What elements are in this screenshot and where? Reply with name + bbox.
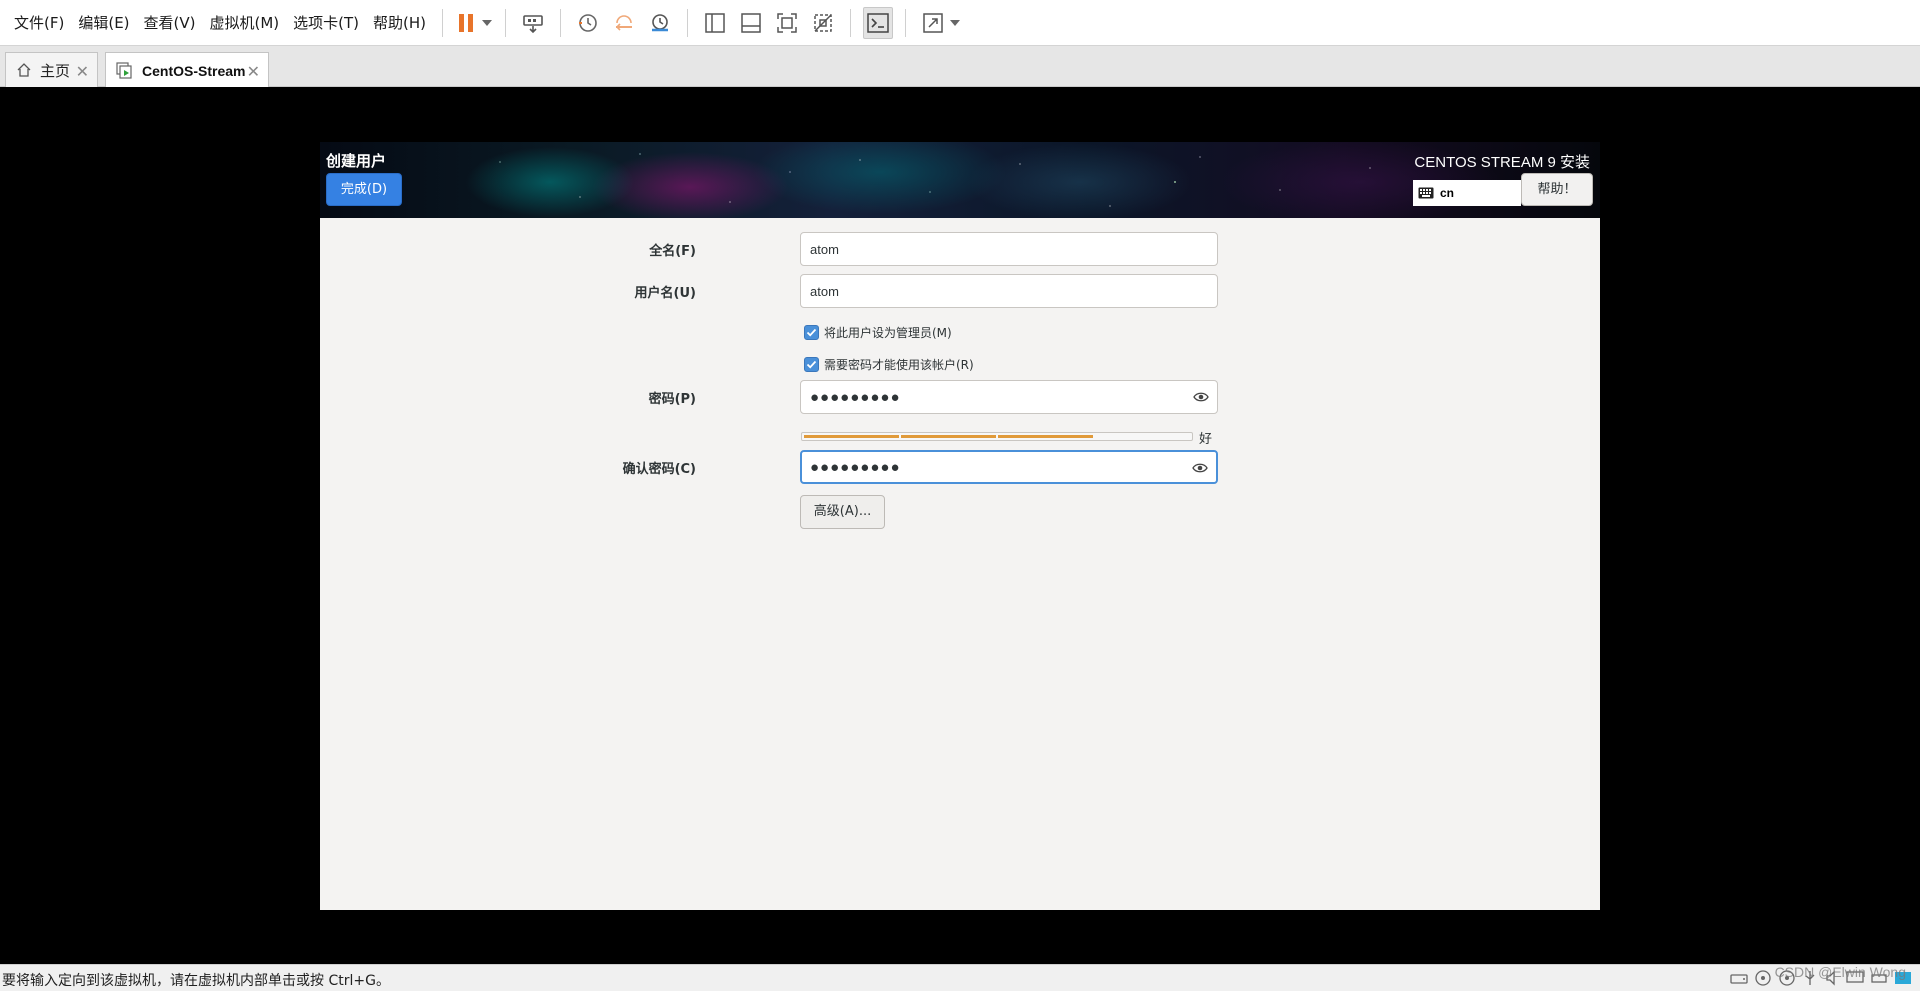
console-view-button[interactable] bbox=[863, 6, 894, 39]
require-password-checkbox[interactable] bbox=[804, 357, 819, 372]
tab-bar: 主页 ✕ CentOS-Stream ✕ bbox=[0, 46, 1920, 88]
help-button[interactable]: 帮助！ bbox=[1521, 173, 1593, 206]
toolbar-divider bbox=[505, 8, 507, 37]
checkmark-icon bbox=[806, 360, 817, 369]
status-bar: 要将输入定向到该虚拟机，请在虚拟机内部单击或按 Ctrl+G。 bbox=[0, 964, 1920, 991]
cd-dvd-icon[interactable] bbox=[1754, 969, 1772, 987]
password-label: 密码(P) bbox=[648, 392, 696, 407]
username-label: 用户名(U) bbox=[634, 286, 696, 301]
manage-snapshots-icon bbox=[652, 13, 669, 31]
reveal-password-eye-icon[interactable] bbox=[1192, 461, 1208, 475]
strength-segment bbox=[804, 435, 899, 438]
vm-console[interactable]: 创建用户 完成(D) CENTOS STREAM 9 安装 cn 帮助！ 全名(… bbox=[0, 87, 1920, 964]
console-view-icon bbox=[867, 12, 889, 33]
vm-icon bbox=[116, 61, 132, 79]
admin-checkbox[interactable] bbox=[804, 325, 819, 340]
strength-segment bbox=[998, 435, 1093, 438]
require-password-checkbox-row[interactable]: 需要密码才能使用该帐户(R) bbox=[804, 356, 974, 373]
revert-snapshot-icon bbox=[615, 14, 633, 31]
full-screen-icon bbox=[777, 12, 797, 33]
confirm-password-value: ●●●●●●●●● bbox=[810, 458, 901, 476]
header-background bbox=[320, 142, 1600, 218]
toolbar-divider bbox=[687, 8, 689, 37]
password-strength-text: 好 bbox=[1199, 432, 1213, 447]
admin-checkbox-row[interactable]: 将此用户设为管理员(M) bbox=[804, 324, 952, 341]
menu-vm[interactable]: 虚拟机(M) bbox=[203, 8, 287, 38]
stretch-guest-button[interactable] bbox=[918, 7, 948, 39]
tab-label: 主页 bbox=[40, 61, 71, 80]
create-user-form: 全名(F) atom 用户名(U) atom 将此用户设为管理员(M) 需要密码… bbox=[320, 218, 1600, 910]
strength-segment bbox=[901, 435, 996, 438]
snapshot-button[interactable] bbox=[573, 7, 603, 39]
installer-header: 创建用户 完成(D) CENTOS STREAM 9 安装 cn 帮助！ bbox=[320, 142, 1600, 218]
show-thumbnail-icon bbox=[741, 12, 761, 33]
advanced-button[interactable]: 高级(A)... bbox=[800, 495, 885, 529]
stretch-guest-icon bbox=[923, 12, 943, 33]
fullname-field[interactable]: atom bbox=[800, 232, 1218, 266]
pause-button[interactable] bbox=[455, 7, 477, 39]
status-hint: 要将输入定向到该虚拟机，请在虚拟机内部单击或按 Ctrl+G。 bbox=[2, 973, 390, 989]
username-value: atom bbox=[810, 283, 839, 299]
home-icon bbox=[17, 63, 31, 77]
menu-help[interactable]: 帮助(H) bbox=[366, 8, 433, 38]
keyboard-layout-label: cn bbox=[1440, 186, 1455, 200]
require-password-checkbox-label: 需要密码才能使用该帐户(R) bbox=[824, 358, 974, 372]
pause-icon bbox=[459, 13, 474, 32]
full-screen-button[interactable] bbox=[772, 7, 802, 39]
show-thumbnail-button[interactable] bbox=[736, 7, 766, 39]
pause-dropdown-icon[interactable] bbox=[482, 19, 493, 26]
fullname-label: 全名(F) bbox=[649, 244, 696, 259]
menu-file[interactable]: 文件(F) bbox=[7, 8, 71, 38]
toolbar-divider bbox=[905, 8, 907, 37]
strength-segment bbox=[1095, 435, 1190, 438]
tab-centos-stream[interactable]: CentOS-Stream ✕ bbox=[105, 52, 269, 88]
menu-edit[interactable]: 编辑(E) bbox=[71, 8, 136, 38]
page-title: 创建用户 bbox=[326, 152, 387, 170]
menu-view[interactable]: 查看(V) bbox=[137, 8, 203, 38]
snapshot-icon bbox=[579, 13, 597, 32]
csdn-watermark: CSDN @Elwin Wong bbox=[1774, 964, 1906, 980]
show-library-icon bbox=[705, 12, 725, 33]
password-value: ●●●●●●●●● bbox=[810, 388, 901, 406]
menu-toolbar: 文件(F) 编辑(E) 查看(V) 虚拟机(M) 选项卡(T) 帮助(H) bbox=[0, 0, 1920, 46]
send-ctrl-alt-del-icon bbox=[523, 14, 543, 33]
unity-button[interactable] bbox=[808, 7, 838, 39]
tab-label: CentOS-Stream bbox=[142, 62, 246, 79]
stretch-dropdown-icon[interactable] bbox=[950, 19, 961, 26]
confirm-password-label: 确认密码(C) bbox=[622, 462, 696, 477]
manage-snapshots-button[interactable] bbox=[645, 7, 675, 39]
password-strength-bar bbox=[801, 432, 1193, 441]
keyboard-layout-indicator[interactable]: cn bbox=[1413, 180, 1521, 206]
password-field[interactable]: ●●●●●●●●● bbox=[800, 380, 1218, 414]
close-icon[interactable]: ✕ bbox=[247, 62, 260, 81]
checkmark-icon bbox=[806, 328, 817, 337]
product-title: CENTOS STREAM 9 安装 bbox=[1414, 154, 1590, 171]
confirm-password-field[interactable]: ●●●●●●●●● bbox=[800, 450, 1218, 484]
reveal-password-eye-icon[interactable] bbox=[1193, 390, 1209, 404]
revert-snapshot-button[interactable] bbox=[609, 7, 639, 39]
done-button[interactable]: 完成(D) bbox=[326, 173, 402, 206]
keyboard-icon bbox=[1418, 187, 1434, 199]
tab-home[interactable]: 主页 ✕ bbox=[5, 52, 98, 87]
fullname-value: atom bbox=[810, 241, 839, 257]
toolbar-divider bbox=[850, 8, 852, 37]
admin-checkbox-label: 将此用户设为管理员(M) bbox=[824, 326, 952, 340]
menu-tabs[interactable]: 选项卡(T) bbox=[286, 8, 366, 38]
username-field[interactable]: atom bbox=[800, 274, 1218, 308]
send-ctrl-alt-del-button[interactable] bbox=[518, 7, 548, 39]
show-library-button[interactable] bbox=[700, 7, 730, 39]
hard-disk-icon[interactable] bbox=[1730, 970, 1748, 986]
close-icon[interactable]: ✕ bbox=[76, 62, 89, 81]
toolbar-divider bbox=[560, 8, 562, 37]
toolbar-divider bbox=[442, 8, 444, 37]
unity-icon bbox=[814, 13, 832, 32]
